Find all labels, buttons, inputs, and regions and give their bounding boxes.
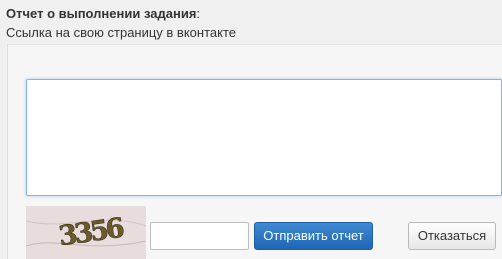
report-textarea[interactable] [26,79,502,196]
decline-button[interactable]: Отказаться [408,222,496,250]
form-subtitle: Ссылка на свою страницу в вконтакте [6,25,236,40]
captcha-text: 3356 [57,213,126,253]
captcha-graphic: 3356 [26,212,146,253]
captcha-image: 3356 [26,206,146,259]
form-header: Отчет о выполнении задания: Ссылка на св… [0,0,502,44]
form-title-text: Отчет о выполнении задания [6,6,197,21]
form-title: Отчет о выполнении задания: [6,6,200,21]
submit-report-button[interactable]: Отправить отчет [254,222,373,250]
form-title-colon: : [196,6,201,21]
captcha-input[interactable] [150,222,249,250]
